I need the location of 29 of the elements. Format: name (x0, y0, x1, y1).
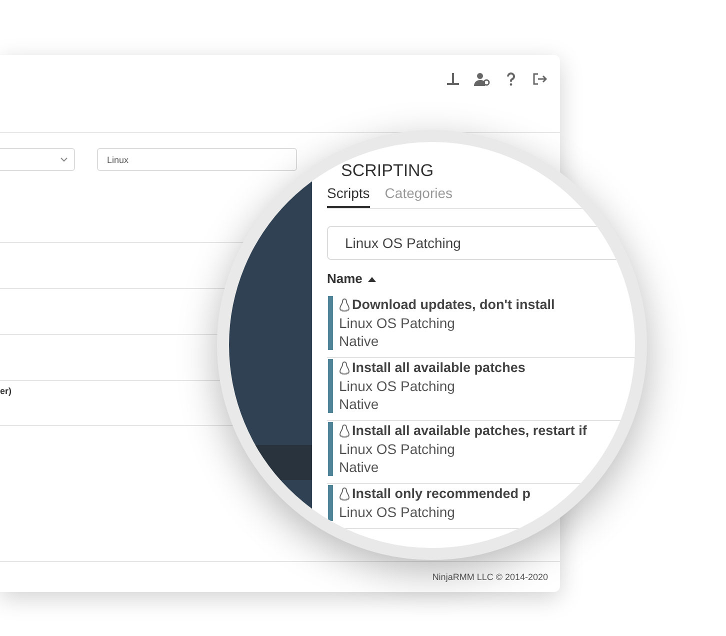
copyright-text: NinjaRMM LLC © 2014-2020 (432, 572, 548, 582)
section-title: SCRIPTING (340, 161, 434, 181)
penguin-icon (339, 298, 350, 312)
row-marker (328, 422, 333, 476)
penguin-icon (339, 487, 350, 501)
penguin-icon (339, 424, 350, 438)
script-name[interactable]: Install only recommended p (352, 485, 531, 503)
row-marker (328, 485, 333, 521)
name-column-header[interactable]: Name (327, 271, 376, 287)
os-field[interactable]: Linux (97, 148, 297, 171)
script-category: Linux OS Patching (339, 314, 455, 332)
chevron-down-icon (60, 157, 68, 162)
script-name[interactable]: Download updates, don't install (352, 296, 555, 314)
script-category: Linux OS Patching (339, 440, 455, 458)
dropdown-field[interactable] (0, 148, 75, 171)
logout-icon[interactable] (532, 72, 548, 86)
script-name[interactable]: Install all available patches (352, 359, 526, 377)
user-settings-icon[interactable] (474, 72, 490, 86)
script-name[interactable]: Install all available patches, restart if (352, 422, 587, 440)
script-type: Native (339, 395, 379, 413)
row-marker (328, 296, 333, 350)
row-marker (328, 359, 333, 413)
script-category: Linux OS Patching (339, 377, 455, 395)
script-type: Native (339, 458, 379, 476)
tab[interactable]: Scripts (327, 185, 370, 208)
penguin-icon (339, 361, 350, 375)
script-category: Linux OS Patching (339, 503, 455, 521)
row-text: er) (0, 386, 12, 396)
script-type: Native (339, 332, 379, 350)
